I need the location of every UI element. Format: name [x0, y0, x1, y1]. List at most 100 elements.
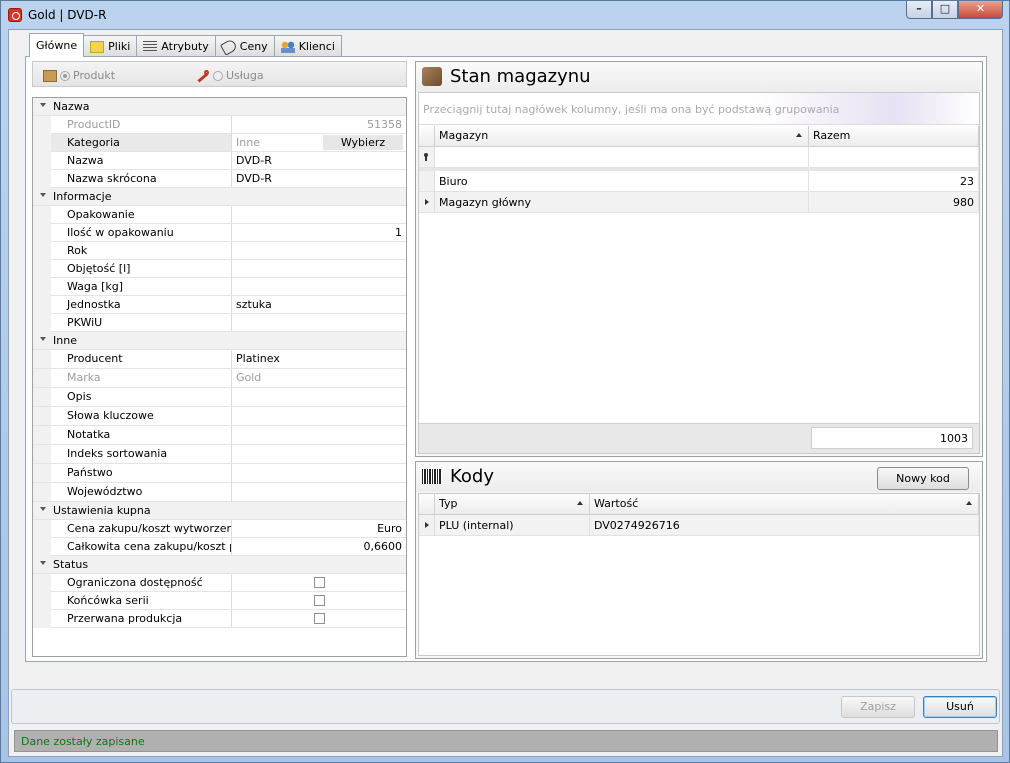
collapse-icon[interactable] [40, 337, 46, 341]
waga-field[interactable] [233, 278, 405, 295]
property-indeks[interactable]: Indeks sortowania [33, 445, 406, 464]
cena-field[interactable]: Euro [233, 520, 405, 537]
column-header-wartosc[interactable]: Wartość [590, 494, 979, 515]
ograniczona-checkbox[interactable] [314, 577, 325, 588]
property-calkowita[interactable]: Całkowita cena zakupu/koszt produkcji0,6… [33, 538, 406, 556]
tab-glowne[interactable]: Główne [29, 33, 85, 57]
calkowita-field[interactable]: 0,6600 [233, 538, 405, 555]
ilosc-field[interactable]: 1 [233, 224, 405, 241]
radio-button[interactable] [60, 70, 70, 81]
nazwa-skrocona-field[interactable]: DVD-R [233, 170, 405, 187]
property-nazwa[interactable]: Nazwa DVD-R [33, 152, 406, 170]
save-button[interactable]: Zapisz [841, 696, 915, 718]
property-ograniczona[interactable]: Ograniczona dostępność [33, 574, 406, 592]
notatka-field[interactable] [233, 426, 405, 443]
property-producent[interactable]: Producent Platinex [33, 350, 406, 369]
property-label: Indeks sortowania [51, 445, 232, 463]
stock-row-razem[interactable]: 980 [809, 192, 979, 213]
property-label: Ograniczona dostępność [51, 574, 232, 591]
filter-cell-razem[interactable] [809, 147, 979, 168]
property-label: PKWiU [51, 314, 232, 331]
objetosc-field[interactable] [233, 260, 405, 277]
category-title: Informacje [53, 190, 112, 203]
category-inne[interactable]: Inne [33, 332, 406, 350]
property-nazwa-skrocona[interactable]: Nazwa skrócona DVD-R [33, 170, 406, 188]
delete-button[interactable]: Usuń [923, 696, 997, 718]
collapse-icon[interactable] [40, 561, 46, 565]
property-rok[interactable]: Rok [33, 242, 406, 260]
tab-klienci[interactable]: Klienci [273, 35, 342, 57]
tab-label: Ceny [239, 40, 268, 53]
tab-ceny[interactable]: Ceny [214, 35, 275, 57]
column-header-razem[interactable]: Razem [809, 126, 979, 147]
property-slowa[interactable]: Słowa kluczowe [33, 407, 406, 426]
property-panstwo[interactable]: Państwo [33, 464, 406, 483]
property-pkwiu[interactable]: PKWiU [33, 314, 406, 332]
rok-field[interactable] [233, 242, 405, 259]
tab-atrybuty[interactable]: Atrybuty [136, 35, 216, 57]
property-label: Waga [kg] [51, 278, 232, 295]
panstwo-field[interactable] [233, 464, 405, 481]
new-code-button[interactable]: Nowy kod [877, 467, 969, 490]
stock-row-razem[interactable]: 23 [809, 171, 979, 192]
property-koncowka[interactable]: Końcówka serii [33, 592, 406, 610]
property-kategoria: Kategoria Inne Wybierz [33, 134, 406, 152]
property-wojewodztwo[interactable]: Województwo [33, 483, 406, 502]
property-label: Ilość w opakowaniu [51, 224, 232, 241]
slowa-field[interactable] [233, 407, 405, 424]
close-button[interactable]: ✕ [958, 1, 1003, 19]
column-header-typ[interactable]: Typ [435, 494, 590, 515]
wojewodztwo-field[interactable] [233, 483, 405, 500]
jednostka-field[interactable]: sztuka [233, 296, 405, 313]
property-ilosc[interactable]: Ilość w opakowaniu 1 [33, 224, 406, 242]
pkwiu-field[interactable] [233, 314, 405, 331]
property-cena[interactable]: Cena zakupu/koszt wytworzenia Euro [33, 520, 406, 538]
category-title: Ustawienia kupna [53, 504, 151, 517]
nazwa-field[interactable]: DVD-R [233, 152, 405, 169]
wybierz-button[interactable]: Wybierz [323, 135, 403, 150]
box-icon [422, 67, 442, 86]
title-bar: Gold | DVD-R – □ ✕ [1, 1, 1009, 29]
category-informacje[interactable]: Informacje [33, 188, 406, 206]
productid-value: 51358 [367, 118, 402, 131]
service-radio[interactable]: Usługa [196, 69, 264, 82]
property-waga[interactable]: Waga [kg] [33, 278, 406, 296]
minimize-button[interactable]: – [906, 1, 932, 19]
stock-grid: Przeciągnij tutaj nagłówek kolumny, jeśl… [418, 92, 980, 454]
producent-field[interactable]: Platinex [233, 350, 405, 367]
property-opakowanie[interactable]: Opakowanie [33, 206, 406, 224]
filter-cell-magazyn[interactable] [435, 147, 809, 168]
indeks-field[interactable] [233, 445, 405, 462]
category-status[interactable]: Status [33, 556, 406, 574]
property-label: Nazwa skrócona [51, 170, 232, 187]
property-opis[interactable]: Opis [33, 388, 406, 407]
collapse-icon[interactable] [40, 193, 46, 197]
collapse-icon[interactable] [40, 507, 46, 511]
property-label: Opis [51, 388, 232, 406]
current-row-icon [425, 522, 429, 528]
category-title: Inne [53, 334, 77, 347]
przerwana-checkbox[interactable] [314, 613, 325, 624]
opakowanie-field[interactable] [233, 206, 405, 223]
product-radio[interactable]: Produkt [43, 69, 115, 82]
property-label: Kategoria [51, 134, 232, 151]
code-row-wartosc[interactable]: DV0274926716 [590, 515, 979, 536]
property-objetosc[interactable]: Objętość [l] [33, 260, 406, 278]
opis-field[interactable] [233, 388, 405, 405]
tab-pliki[interactable]: Pliki [83, 35, 138, 57]
maximize-button[interactable]: □ [932, 1, 958, 19]
code-row-typ[interactable]: PLU (internal) [435, 515, 590, 536]
category-ustawienia[interactable]: Ustawienia kupna [33, 502, 406, 520]
collapse-icon[interactable] [40, 103, 46, 107]
category-nazwa[interactable]: Nazwa [33, 98, 406, 116]
koncowka-checkbox[interactable] [314, 595, 325, 606]
stock-row-magazyn[interactable]: Biuro [435, 171, 809, 192]
radio-button[interactable] [213, 70, 223, 81]
stock-row-magazyn[interactable]: Magazyn główny [435, 192, 809, 213]
barcode-icon [422, 469, 442, 484]
column-header-magazyn[interactable]: Magazyn [435, 126, 809, 147]
property-jednostka[interactable]: Jednostka sztuka [33, 296, 406, 314]
property-przerwana[interactable]: Przerwana produkcja [33, 610, 406, 628]
group-by-panel[interactable]: Przeciągnij tutaj nagłówek kolumny, jeśl… [419, 93, 979, 125]
property-notatka[interactable]: Notatka [33, 426, 406, 445]
